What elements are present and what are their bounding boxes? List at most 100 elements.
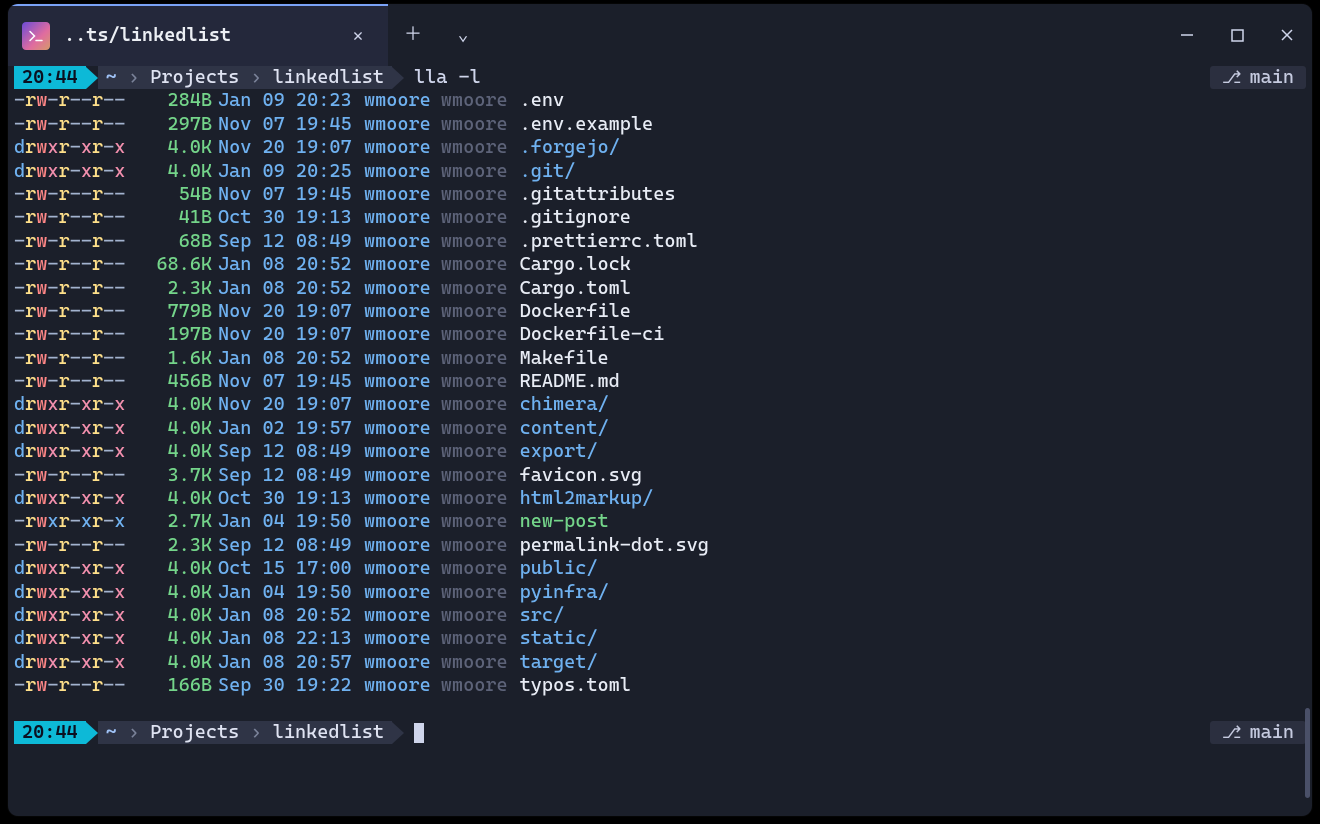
file-group: wmoore bbox=[441, 277, 520, 300]
file-permissions: drwxr-xr-x bbox=[14, 627, 122, 650]
file-name: content/ bbox=[520, 417, 609, 440]
tab-close-button[interactable]: ✕ bbox=[346, 24, 370, 47]
file-group: wmoore bbox=[441, 230, 520, 253]
minimize-button[interactable] bbox=[1162, 4, 1212, 66]
file-owner: wmoore bbox=[364, 113, 441, 136]
file-listing: -rw-r--r--284B Jan 09 20:23 wmoorewmoore… bbox=[14, 89, 1306, 697]
file-group: wmoore bbox=[441, 581, 520, 604]
file-name: .gitignore bbox=[520, 206, 631, 229]
command-text: lla -l bbox=[404, 66, 481, 89]
file-row: drwxr-xr-x4.0K Jan 08 20:57 wmoorewmoore… bbox=[14, 651, 1306, 674]
file-owner: wmoore bbox=[364, 627, 441, 650]
file-row: drwxr-xr-x4.0K Oct 15 17:00 wmoorewmoore… bbox=[14, 557, 1306, 580]
file-size: 4.0K bbox=[122, 136, 218, 159]
file-size: 4.0K bbox=[122, 440, 218, 463]
file-row: -rw-r--r--284B Jan 09 20:23 wmoorewmoore… bbox=[14, 89, 1306, 112]
file-group: wmoore bbox=[441, 89, 520, 112]
file-date: Jan 08 20:57 bbox=[218, 651, 364, 674]
file-permissions: -rw-r--r-- bbox=[14, 89, 122, 112]
file-date: Jan 08 20:52 bbox=[218, 347, 364, 370]
git-branch-badge: ⎇ main bbox=[1210, 721, 1306, 744]
file-size: 166B bbox=[122, 674, 218, 697]
file-owner: wmoore bbox=[364, 581, 441, 604]
file-name: static/ bbox=[520, 627, 598, 650]
file-row: drwxr-xr-x4.0K Sep 12 08:49 wmoorewmoore… bbox=[14, 440, 1306, 463]
file-group: wmoore bbox=[441, 347, 520, 370]
file-owner: wmoore bbox=[364, 183, 441, 206]
file-row: -rw-r--r--2.3K Jan 08 20:52 wmoorewmoore… bbox=[14, 277, 1306, 300]
file-name: Dockerfile-ci bbox=[520, 323, 665, 346]
file-permissions: -rw-r--r-- bbox=[14, 183, 122, 206]
file-permissions: drwxr-xr-x bbox=[14, 393, 122, 416]
file-permissions: -rw-r--r-- bbox=[14, 253, 122, 276]
file-row: -rw-r--r--297B Nov 07 19:45 wmoorewmoore… bbox=[14, 113, 1306, 136]
file-owner: wmoore bbox=[364, 277, 441, 300]
file-size: 4.0K bbox=[122, 604, 218, 627]
file-group: wmoore bbox=[441, 440, 520, 463]
file-owner: wmoore bbox=[364, 674, 441, 697]
file-group: wmoore bbox=[441, 136, 520, 159]
file-date: Jan 09 20:23 bbox=[218, 89, 364, 112]
file-size: 2.3K bbox=[122, 534, 218, 557]
file-date: Jan 08 20:52 bbox=[218, 604, 364, 627]
file-name: typos.toml bbox=[520, 674, 631, 697]
file-row: drwxr-xr-x4.0K Jan 08 20:52 wmoorewmoore… bbox=[14, 604, 1306, 627]
file-row: drwxr-xr-x4.0K Jan 08 22:13 wmoorewmoore… bbox=[14, 627, 1306, 650]
file-name: chimera/ bbox=[520, 393, 609, 416]
git-branch-name: main bbox=[1249, 721, 1294, 744]
close-window-button[interactable] bbox=[1262, 4, 1312, 66]
file-permissions: drwxr-xr-x bbox=[14, 440, 122, 463]
file-owner: wmoore bbox=[364, 370, 441, 393]
file-row: -rw-r--r--166B Sep 30 19:22 wmoorewmoore… bbox=[14, 674, 1306, 697]
file-size: 4.0K bbox=[122, 393, 218, 416]
file-date: Jan 04 19:50 bbox=[218, 510, 364, 533]
file-name: .forgejo/ bbox=[520, 136, 620, 159]
file-name: permalink-dot.svg bbox=[520, 534, 709, 557]
file-date: Oct 15 17:00 bbox=[218, 557, 364, 580]
file-name: Cargo.toml bbox=[520, 277, 631, 300]
file-permissions: drwxr-xr-x bbox=[14, 136, 122, 159]
file-date: Nov 20 19:07 bbox=[218, 393, 364, 416]
active-tab[interactable]: ..ts/linkedlist ✕ bbox=[8, 4, 388, 66]
titlebar: ..ts/linkedlist ✕ ＋ ⌄ bbox=[8, 4, 1312, 66]
file-owner: wmoore bbox=[364, 323, 441, 346]
file-name: Cargo.lock bbox=[520, 253, 631, 276]
file-row: drwxr-xr-x4.0K Nov 20 19:07 wmoorewmoore… bbox=[14, 136, 1306, 159]
terminal-body[interactable]: 20:44 ~ › Projects › linkedlist lla -l ⎇… bbox=[8, 66, 1312, 750]
file-size: 41B bbox=[122, 206, 218, 229]
file-name: Dockerfile bbox=[520, 300, 631, 323]
git-branch-icon: ⎇ bbox=[1222, 66, 1242, 89]
file-date: Jan 08 22:13 bbox=[218, 627, 364, 650]
file-permissions: -rw-r--r-- bbox=[14, 370, 122, 393]
prompt-time: 20:44 bbox=[14, 66, 86, 89]
file-size: 4.0K bbox=[122, 417, 218, 440]
prompt-line-ready: 20:44 ~ › Projects › linkedlist ⎇ main bbox=[14, 721, 1306, 744]
file-group: wmoore bbox=[441, 464, 520, 487]
file-row: -rw-r--r--41B Oct 30 19:13 wmoorewmoore.… bbox=[14, 206, 1306, 229]
file-owner: wmoore bbox=[364, 651, 441, 674]
file-owner: wmoore bbox=[364, 534, 441, 557]
file-name: src/ bbox=[520, 604, 565, 627]
file-size: 4.0K bbox=[122, 627, 218, 650]
file-date: Oct 30 19:13 bbox=[218, 487, 364, 510]
maximize-button[interactable] bbox=[1212, 4, 1262, 66]
file-owner: wmoore bbox=[364, 487, 441, 510]
tab-dropdown-button[interactable]: ⌄ bbox=[438, 4, 488, 66]
file-date: Jan 04 19:50 bbox=[218, 581, 364, 604]
file-group: wmoore bbox=[441, 160, 520, 183]
file-size: 3.7K bbox=[122, 464, 218, 487]
new-tab-button[interactable]: ＋ bbox=[388, 4, 438, 66]
file-owner: wmoore bbox=[364, 230, 441, 253]
file-size: 2.3K bbox=[122, 277, 218, 300]
file-name: public/ bbox=[520, 557, 598, 580]
file-size: 2.7K bbox=[122, 510, 218, 533]
file-date: Jan 08 20:52 bbox=[218, 253, 364, 276]
cursor[interactable] bbox=[414, 723, 424, 743]
scrollbar-thumb[interactable] bbox=[1305, 708, 1310, 798]
file-permissions: -rw-r--r-- bbox=[14, 323, 122, 346]
file-group: wmoore bbox=[441, 674, 520, 697]
file-owner: wmoore bbox=[364, 464, 441, 487]
file-row: drwxr-xr-x4.0K Jan 04 19:50 wmoorewmoore… bbox=[14, 581, 1306, 604]
prompt-time: 20:44 bbox=[14, 721, 86, 744]
prompt-path: ~ › Projects › linkedlist bbox=[98, 66, 392, 89]
